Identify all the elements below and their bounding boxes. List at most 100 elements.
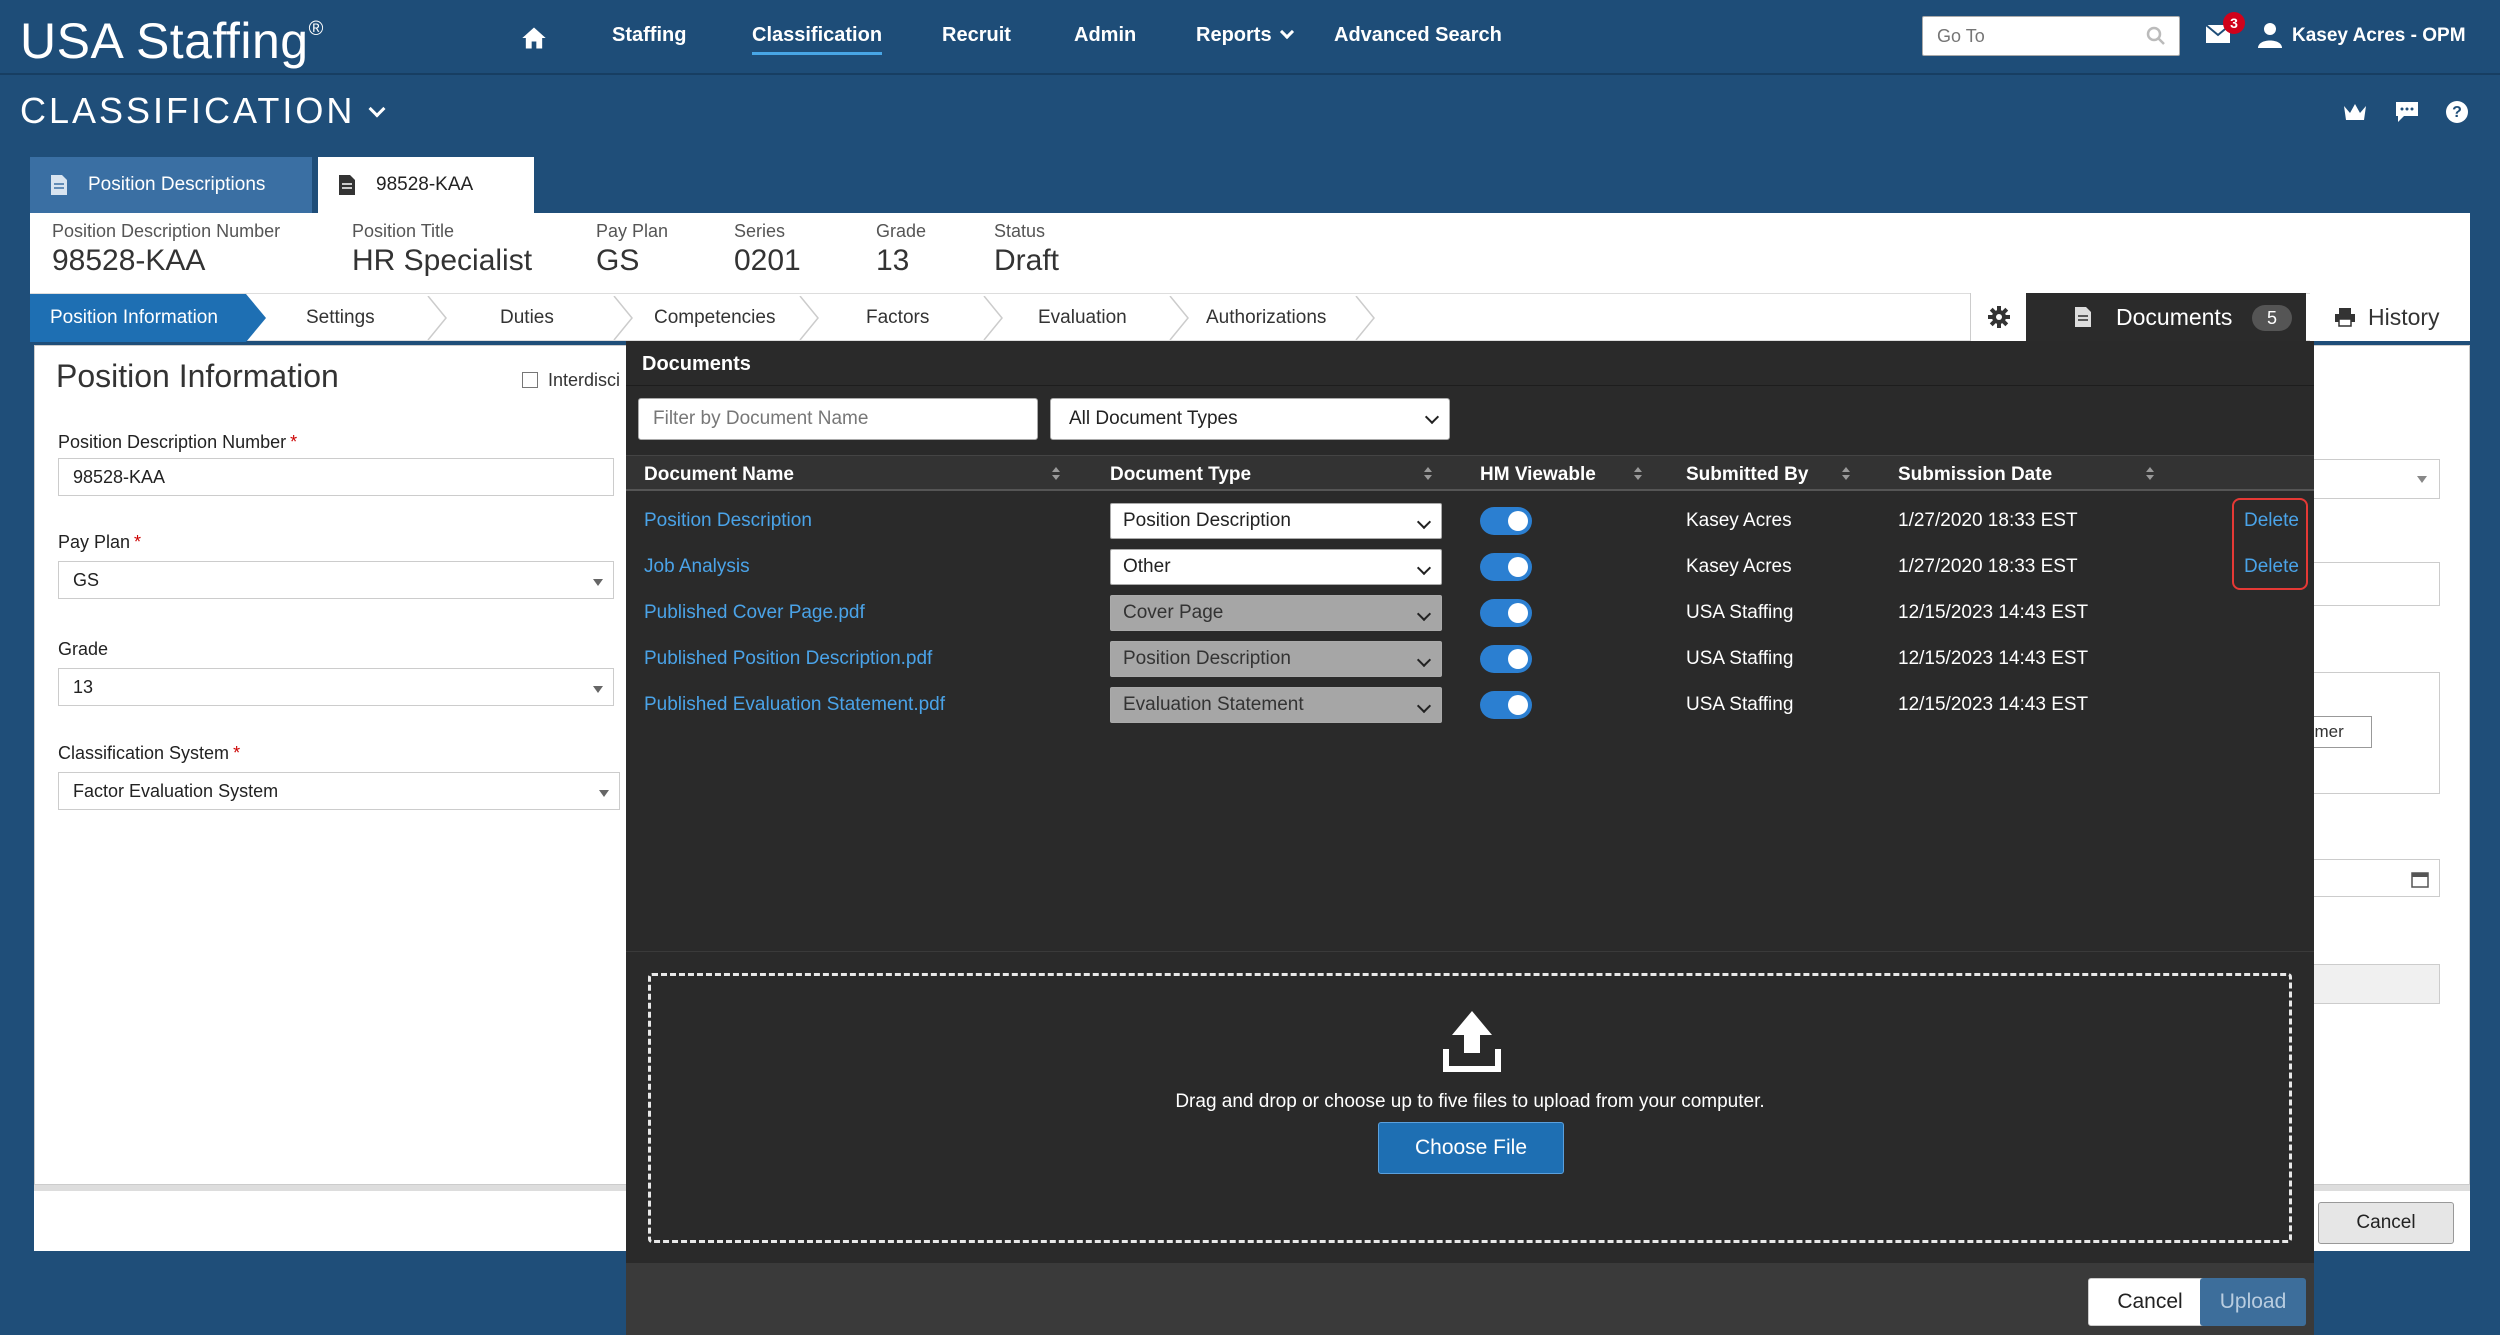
upload-icon [1443, 1011, 1501, 1072]
step-separator [983, 296, 1003, 340]
sort-icon[interactable] [1842, 467, 1850, 481]
document-type-select[interactable]: Position Description [1110, 503, 1442, 539]
crown-icon[interactable] [2342, 100, 2368, 124]
chevron-down-icon [1416, 560, 1432, 576]
document-type-select[interactable]: Other [1110, 549, 1442, 585]
chevron-down-icon [1416, 652, 1432, 668]
submitted-by: Kasey Acres [1686, 556, 1792, 577]
tab-history[interactable]: History [2310, 293, 2470, 341]
step-evaluation[interactable]: Evaluation [1038, 294, 1127, 342]
document-link[interactable]: Position Description [644, 510, 812, 532]
hm-viewable-toggle[interactable] [1480, 599, 1532, 627]
document-link[interactable]: Published Position Description.pdf [644, 648, 932, 670]
summary-position-title: Position Title HR Specialist [352, 221, 533, 277]
form-cancel-button[interactable]: Cancel [2318, 1202, 2454, 1244]
table-row: Published Cover Page.pdf Cover Page USA … [626, 590, 2314, 636]
step-authorizations[interactable]: Authorizations [1206, 294, 1326, 342]
step-competencies[interactable]: Competencies [654, 294, 775, 342]
step-settings[interactable]: Settings [306, 294, 375, 342]
tab-documents[interactable]: Documents 5 [2026, 293, 2306, 341]
chevron-down-icon [1416, 698, 1432, 714]
background-date-field[interactable] [2300, 859, 2440, 897]
col-document-type[interactable]: Document Type [1110, 464, 1251, 486]
background-select[interactable] [2300, 459, 2440, 499]
modal-footer [626, 1263, 2314, 1335]
tab-position-descriptions[interactable]: Position Descriptions [30, 157, 312, 213]
nav-reports[interactable]: Reports [1196, 24, 1294, 47]
summary-grade: Grade 13 [876, 221, 927, 277]
hm-viewable-toggle[interactable] [1480, 691, 1532, 719]
step-duties[interactable]: Duties [500, 294, 554, 342]
step-factors[interactable]: Factors [866, 294, 929, 342]
col-hm-viewable[interactable]: HM Viewable [1480, 464, 1596, 486]
module-title[interactable]: CLASSIFICATION [20, 90, 386, 132]
summary-status: Status Draft [994, 221, 1060, 277]
document-icon [339, 175, 355, 195]
document-link[interactable]: Job Analysis [644, 556, 750, 578]
step-separator [799, 296, 819, 340]
classification-system-select[interactable]: Factor Evaluation System [58, 772, 620, 810]
interdisciplinary-checkbox[interactable]: Interdisci [522, 370, 620, 391]
submission-date: 12/15/2023 14:43 EST [1898, 694, 2089, 715]
col-document-name[interactable]: Document Name [644, 464, 794, 486]
hm-viewable-toggle[interactable] [1480, 507, 1532, 535]
background-disabled-field [2300, 964, 2440, 1004]
nav-advanced-search[interactable]: Advanced Search [1334, 24, 1502, 47]
pd-number-field[interactable]: 98528-KAA [58, 458, 614, 496]
settings-gear-button[interactable] [1970, 293, 2026, 341]
hm-viewable-toggle[interactable] [1480, 553, 1532, 581]
modal-cancel-button[interactable]: Cancel [2088, 1278, 2212, 1326]
pay-plan-select[interactable]: GS [58, 561, 614, 599]
document-icon [51, 175, 67, 195]
choose-file-button[interactable]: Choose File [1378, 1122, 1564, 1174]
label-classification-system: Classification System * [58, 743, 241, 763]
history-tab-label: History [2368, 304, 2440, 330]
summary-pay-plan: Pay Plan GS [596, 221, 669, 277]
help-icon[interactable]: ? [2444, 100, 2470, 124]
step-separator [1169, 296, 1189, 340]
document-link[interactable]: Published Cover Page.pdf [644, 602, 865, 624]
usa-staffing-logo[interactable]: USA Staffing® [20, 12, 324, 70]
tab-record-98528-kaa[interactable]: 98528-KAA [318, 157, 534, 213]
step-position-information[interactable]: Position Information [30, 294, 246, 342]
calendar-icon[interactable] [2411, 870, 2429, 888]
summary-series: Series 0201 [734, 221, 801, 277]
document-type-filter-select[interactable]: All Document Types [1050, 398, 1450, 440]
chevron-down-icon [1279, 24, 1294, 40]
documents-table-header: Document Name Document Type HM Viewable … [626, 455, 2314, 491]
submitted-by: USA Staffing [1686, 648, 1794, 669]
checkbox[interactable] [522, 372, 538, 388]
grade-select[interactable]: 13 [58, 668, 614, 706]
sort-icon[interactable] [1634, 467, 1642, 481]
document-type-select: Cover Page [1110, 595, 1442, 631]
col-submission-date[interactable]: Submission Date [1898, 464, 2052, 486]
upload-button[interactable]: Upload [2200, 1278, 2306, 1326]
summary-pd-number: Position Description Number 98528-KAA [52, 221, 281, 277]
nav-reports-label: Reports [1196, 24, 1272, 46]
nav-classification[interactable]: Classification [752, 24, 883, 55]
goto-search-input[interactable] [1922, 16, 2180, 56]
home-icon[interactable] [520, 24, 548, 52]
delete-highlight-box [2232, 498, 2308, 590]
nav-staffing[interactable]: Staffing [612, 24, 686, 47]
search-icon[interactable] [2146, 26, 2166, 46]
user-menu[interactable]: Kasey Acres - OPM [2292, 25, 2466, 47]
document-type-select: Evaluation Statement [1110, 687, 1442, 723]
hm-viewable-toggle[interactable] [1480, 645, 1532, 673]
sort-icon[interactable] [1052, 467, 1060, 481]
background-field[interactable] [2300, 562, 2440, 606]
gear-icon [1988, 306, 2010, 328]
nav-recruit[interactable]: Recruit [942, 24, 1011, 47]
chat-icon[interactable] [2394, 100, 2420, 124]
user-icon[interactable] [2258, 22, 2282, 48]
nav-admin[interactable]: Admin [1074, 24, 1136, 47]
table-row: Position Description Position Descriptio… [626, 498, 2314, 544]
sort-icon[interactable] [1424, 467, 1432, 481]
col-submitted-by[interactable]: Submitted By [1686, 464, 1808, 486]
step-separator [613, 296, 633, 340]
submitted-by: USA Staffing [1686, 694, 1794, 715]
sort-icon[interactable] [2146, 467, 2154, 481]
document-link[interactable]: Published Evaluation Statement.pdf [644, 694, 945, 716]
filter-document-name-input[interactable]: Filter by Document Name [638, 398, 1038, 440]
mail-count-badge: 3 [2223, 12, 2245, 34]
